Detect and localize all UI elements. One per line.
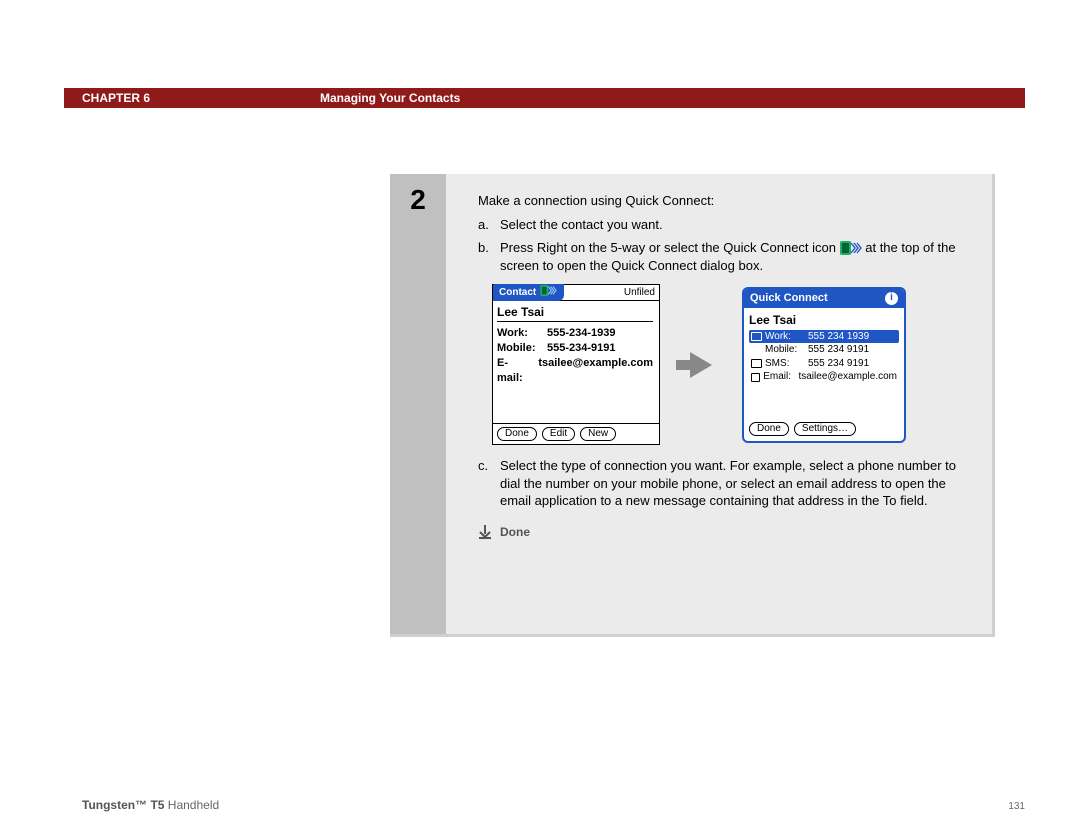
screenshot-row: Contact Unfiled Lee Tsai Work: 555-234-1… — [492, 284, 976, 445]
quickconnect-name: Lee Tsai — [749, 312, 899, 328]
contact-row-email-label: E-mail: — [497, 356, 532, 386]
step-body: Make a connection using Quick Connect: a… — [478, 192, 976, 540]
quick-connect-icon[interactable] — [540, 285, 558, 301]
substep-a-bullet: a. — [478, 216, 500, 234]
step-number: 2 — [390, 184, 446, 216]
contact-row-work-label: Work: — [497, 326, 541, 341]
contact-category[interactable]: Unfiled — [624, 286, 655, 300]
phone-icon — [751, 332, 762, 341]
mail-icon — [751, 373, 760, 382]
substep-b-text: Press Right on the 5-way or select the Q… — [500, 239, 976, 274]
qc-option-mobile[interactable]: Mobile: 555 234 9191 — [749, 343, 899, 357]
info-icon[interactable]: i — [885, 292, 898, 305]
arrow-right-icon — [690, 352, 712, 378]
chapter-title: Managing Your Contacts — [320, 91, 460, 105]
contact-row-mobile-value: 555-234-9191 — [547, 341, 616, 356]
product-name: Tungsten™ T5 Handheld — [82, 798, 219, 812]
contact-row-mobile: Mobile: 555-234-9191 — [497, 341, 653, 356]
qc-option-sms[interactable]: SMS: 555 234 9191 — [749, 357, 899, 371]
substep-b-bullet: b. — [478, 239, 500, 274]
product-name-bold: Tungsten™ T5 — [82, 798, 164, 812]
step-number-column: 2 — [390, 174, 446, 634]
contact-done-button[interactable]: Done — [497, 427, 537, 441]
page-footer: Tungsten™ T5 Handheld 131 — [82, 798, 1025, 812]
substep-list: a. Select the contact you want. b. Press… — [478, 216, 976, 275]
contact-footer: Done Edit New — [493, 423, 659, 444]
contact-name: Lee Tsai — [497, 304, 653, 322]
quickconnect-title: Quick Connect — [750, 291, 828, 306]
quickconnect-footer: Done Settings… — [744, 418, 904, 441]
contact-titlebar: Contact Unfiled — [493, 285, 659, 301]
done-label: Done — [500, 524, 530, 540]
contact-row-email-value: tsailee@example.com — [538, 356, 653, 386]
page-number: 131 — [1008, 801, 1025, 812]
contact-edit-button[interactable]: Edit — [542, 427, 575, 441]
product-name-rest: Handheld — [164, 798, 219, 812]
done-indicator: Done — [478, 524, 976, 540]
contact-row-email: E-mail: tsailee@example.com — [497, 356, 653, 386]
contact-row-work-value: 555-234-1939 — [547, 326, 616, 341]
substep-a: a. Select the contact you want. — [478, 216, 976, 234]
contact-app-label: Contact — [499, 286, 536, 300]
qc-option-mobile-value: 555 234 9191 — [808, 343, 869, 357]
qc-option-email-label: Email: — [763, 370, 795, 384]
qc-option-work[interactable]: Work: 555 234 1939 — [749, 330, 899, 344]
contact-new-button[interactable]: New — [580, 427, 616, 441]
quick-connect-icon — [840, 241, 862, 255]
substep-a-text: Select the contact you want. — [500, 216, 976, 234]
contact-row-work: Work: 555-234-1939 — [497, 326, 653, 341]
qc-option-mobile-label: Mobile: — [765, 343, 805, 357]
contact-body: Lee Tsai Work: 555-234-1939 Mobile: 555-… — [493, 301, 659, 423]
qc-option-email-value: tsailee@example.com — [798, 370, 897, 384]
substep-c-bullet: c. — [478, 457, 500, 510]
quickconnect-screen: Quick Connect i Lee Tsai Work: 555 234 1… — [742, 287, 906, 443]
sms-icon — [751, 359, 762, 368]
contact-row-mobile-label: Mobile: — [497, 341, 541, 356]
contact-screen: Contact Unfiled Lee Tsai Work: 555-234-1… — [492, 284, 660, 445]
substep-c-text: Select the type of connection you want. … — [500, 457, 976, 510]
qc-settings-button[interactable]: Settings… — [794, 422, 856, 436]
step-intro: Make a connection using Quick Connect: — [478, 192, 976, 210]
contact-app-label-chip: Contact — [493, 284, 564, 302]
step-panel: 2 Make a connection using Quick Connect:… — [390, 174, 995, 637]
quickconnect-titlebar: Quick Connect i — [744, 289, 904, 308]
page-header: CHAPTER 6 Managing Your Contacts — [64, 88, 1025, 108]
qc-option-work-label: Work: — [765, 330, 805, 344]
chapter-label: CHAPTER 6 — [82, 91, 150, 105]
qc-done-button[interactable]: Done — [749, 422, 789, 436]
qc-option-sms-label: SMS: — [765, 357, 805, 371]
quickconnect-body: Lee Tsai Work: 555 234 1939 Mobile: 555 … — [744, 308, 904, 418]
substep-c: c. Select the type of connection you wan… — [478, 457, 976, 510]
qc-option-email[interactable]: Email: tsailee@example.com — [749, 370, 899, 384]
qc-option-sms-value: 555 234 9191 — [808, 357, 869, 371]
arrow-down-icon — [478, 525, 492, 539]
qc-option-work-value: 555 234 1939 — [808, 330, 869, 344]
substep-b-text-before: Press Right on the 5-way or select the Q… — [500, 240, 840, 255]
substep-b: b. Press Right on the 5-way or select th… — [478, 239, 976, 274]
